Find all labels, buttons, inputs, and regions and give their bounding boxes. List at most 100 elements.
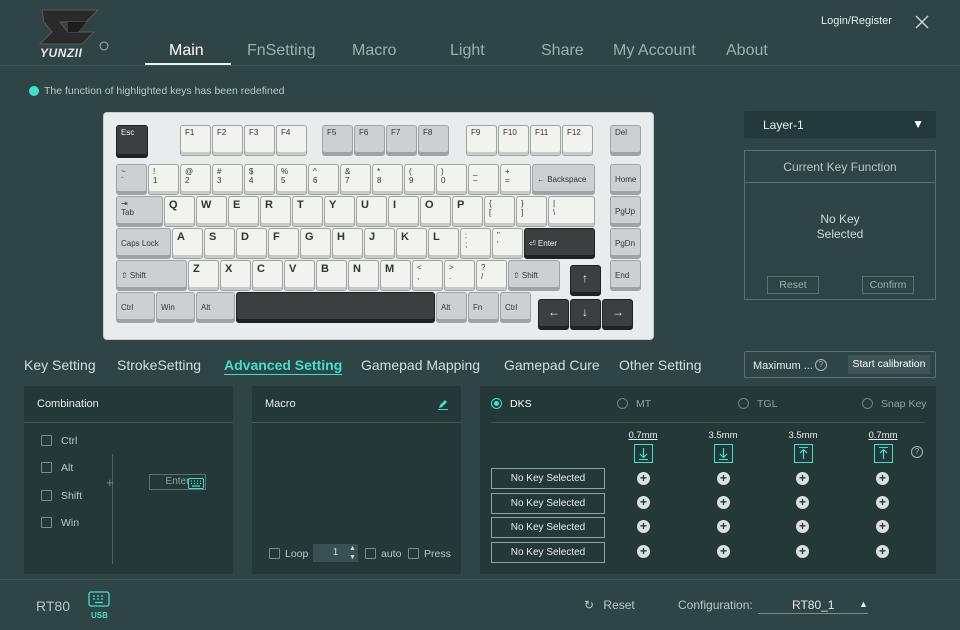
key-f2[interactable]: F2 — [212, 125, 243, 156]
press-checkbox[interactable] — [408, 548, 419, 559]
shift-checkbox[interactable] — [41, 490, 52, 501]
plus-icon[interactable]: + — [876, 545, 889, 558]
dks-radio[interactable] — [491, 398, 502, 409]
key-1[interactable]: ! 1 — [148, 164, 179, 195]
key-x[interactable]: X — [220, 260, 251, 291]
calibration-mode[interactable]: Maximum ... — [753, 360, 813, 372]
dks-key-slot-2[interactable]: No Key Selected — [491, 493, 605, 514]
key-k[interactable]: K — [396, 228, 427, 259]
key-f8[interactable]: F8 — [418, 125, 449, 156]
key-a[interactable]: A — [172, 228, 203, 259]
key-semicolon[interactable]: : ; — [460, 228, 491, 259]
key-2[interactable]: @ 2 — [180, 164, 211, 195]
ctrl-checkbox[interactable] — [41, 435, 52, 446]
key-period[interactable]: > . — [444, 260, 475, 291]
nav-my-account[interactable]: My Account — [613, 42, 696, 60]
dks-key-slot-1[interactable]: No Key Selected — [491, 468, 605, 489]
key-f[interactable]: F — [268, 228, 299, 259]
key-h[interactable]: H — [332, 228, 363, 259]
key-7[interactable]: & 7 — [340, 164, 371, 195]
plus-icon[interactable]: + — [876, 520, 889, 533]
key-b[interactable]: B — [316, 260, 347, 291]
key-left-shift[interactable]: ⇧ Shift — [116, 260, 187, 291]
stepper-arrows-icon[interactable]: ▲ ▼ — [349, 544, 356, 562]
key-enter[interactable]: ⏎ Enter — [524, 228, 595, 259]
nav-fnsetting[interactable]: FnSetting — [247, 42, 315, 60]
login-register-link[interactable]: Login/Register — [821, 15, 892, 27]
plus-icon[interactable]: + — [876, 472, 889, 485]
key-right-alt[interactable]: Alt — [436, 292, 467, 323]
key-c[interactable]: C — [252, 260, 283, 291]
key-arrow-up[interactable]: ↑ — [570, 265, 601, 296]
key-z[interactable]: Z — [188, 260, 219, 291]
configuration-select[interactable]: RT80_1 ▲ — [758, 598, 868, 614]
plus-icon[interactable]: + — [796, 545, 809, 558]
key-4[interactable]: $ 4 — [244, 164, 275, 195]
key-pgdn[interactable]: PgDn — [610, 228, 641, 259]
start-calibration-button[interactable]: Start calibration — [848, 355, 930, 374]
key-d[interactable]: D — [236, 228, 267, 259]
plus-icon[interactable]: + — [717, 520, 730, 533]
arrow-up-icon[interactable] — [874, 444, 893, 463]
plus-icon[interactable]: + — [637, 545, 650, 558]
key-y[interactable]: Y — [324, 196, 355, 227]
tab-stroke-setting[interactable]: StrokeSetting — [117, 357, 201, 373]
key-right-ctrl[interactable]: Ctrl — [500, 292, 531, 323]
key-6[interactable]: ^ 6 — [308, 164, 339, 195]
key-backtick[interactable]: ~ ` — [116, 164, 147, 195]
key-l[interactable]: L — [428, 228, 459, 259]
key-j[interactable]: J — [364, 228, 395, 259]
key-win[interactable]: Win — [156, 292, 195, 323]
key-esc[interactable]: Esc — [116, 125, 148, 158]
layer-select[interactable]: Layer-1 ▼ — [744, 111, 936, 138]
tab-key-setting[interactable]: Key Setting — [24, 357, 96, 373]
plus-icon[interactable]: + — [717, 472, 730, 485]
key-g[interactable]: G — [300, 228, 331, 259]
alt-checkbox[interactable] — [41, 462, 52, 473]
key-s[interactable]: S — [204, 228, 235, 259]
dks-key-slot-3[interactable]: No Key Selected — [491, 517, 605, 538]
key-pgup[interactable]: PgUp — [610, 196, 641, 227]
key-left-alt[interactable]: Alt — [196, 292, 235, 323]
arrow-up-icon[interactable] — [794, 444, 813, 463]
plus-icon[interactable]: + — [717, 496, 730, 509]
key-e[interactable]: E — [228, 196, 259, 227]
arrow-down-icon[interactable] — [714, 444, 733, 463]
confirm-button[interactable]: Confirm — [862, 276, 914, 294]
key-fn[interactable]: Fn — [468, 292, 499, 323]
key-right-bracket[interactable]: } ] — [516, 196, 547, 227]
key-u[interactable]: U — [356, 196, 387, 227]
plus-icon[interactable]: + — [796, 472, 809, 485]
key-arrow-right[interactable]: → — [602, 299, 633, 330]
win-checkbox[interactable] — [41, 517, 52, 528]
snap-key-radio[interactable] — [862, 398, 873, 409]
key-f7[interactable]: F7 — [386, 125, 417, 156]
tab-advanced-setting[interactable]: Advanced Setting — [224, 357, 342, 373]
edit-icon[interactable] — [437, 397, 449, 415]
key-backslash[interactable]: | \ — [548, 196, 595, 227]
key-f11[interactable]: F11 — [530, 125, 561, 156]
plus-icon[interactable]: + — [796, 496, 809, 509]
key-f9[interactable]: F9 — [466, 125, 497, 156]
key-end[interactable]: End — [610, 260, 641, 291]
key-del[interactable]: Del — [610, 125, 641, 156]
key-space[interactable] — [236, 292, 435, 323]
footer-reset-button[interactable]: ↻ Reset — [584, 598, 635, 612]
key-f5[interactable]: F5 — [322, 125, 353, 156]
key-v[interactable]: V — [284, 260, 315, 291]
key-comma[interactable]: < , — [412, 260, 443, 291]
mt-radio[interactable] — [617, 398, 628, 409]
key-f6[interactable]: F6 — [354, 125, 385, 156]
key-8[interactable]: * 8 — [372, 164, 403, 195]
close-icon[interactable] — [914, 14, 930, 30]
key-3[interactable]: # 3 — [212, 164, 243, 195]
key-arrow-left[interactable]: ← — [538, 299, 569, 330]
key-i[interactable]: I — [388, 196, 419, 227]
loop-checkbox[interactable] — [269, 548, 280, 559]
nav-light[interactable]: Light — [450, 42, 485, 60]
help-icon[interactable]: ? — [911, 446, 923, 458]
key-q[interactable]: Q — [164, 196, 195, 227]
tab-gamepad-cure[interactable]: Gamepad Cure — [504, 357, 600, 373]
plus-icon[interactable]: + — [637, 472, 650, 485]
key-quote[interactable]: " ' — [492, 228, 523, 259]
